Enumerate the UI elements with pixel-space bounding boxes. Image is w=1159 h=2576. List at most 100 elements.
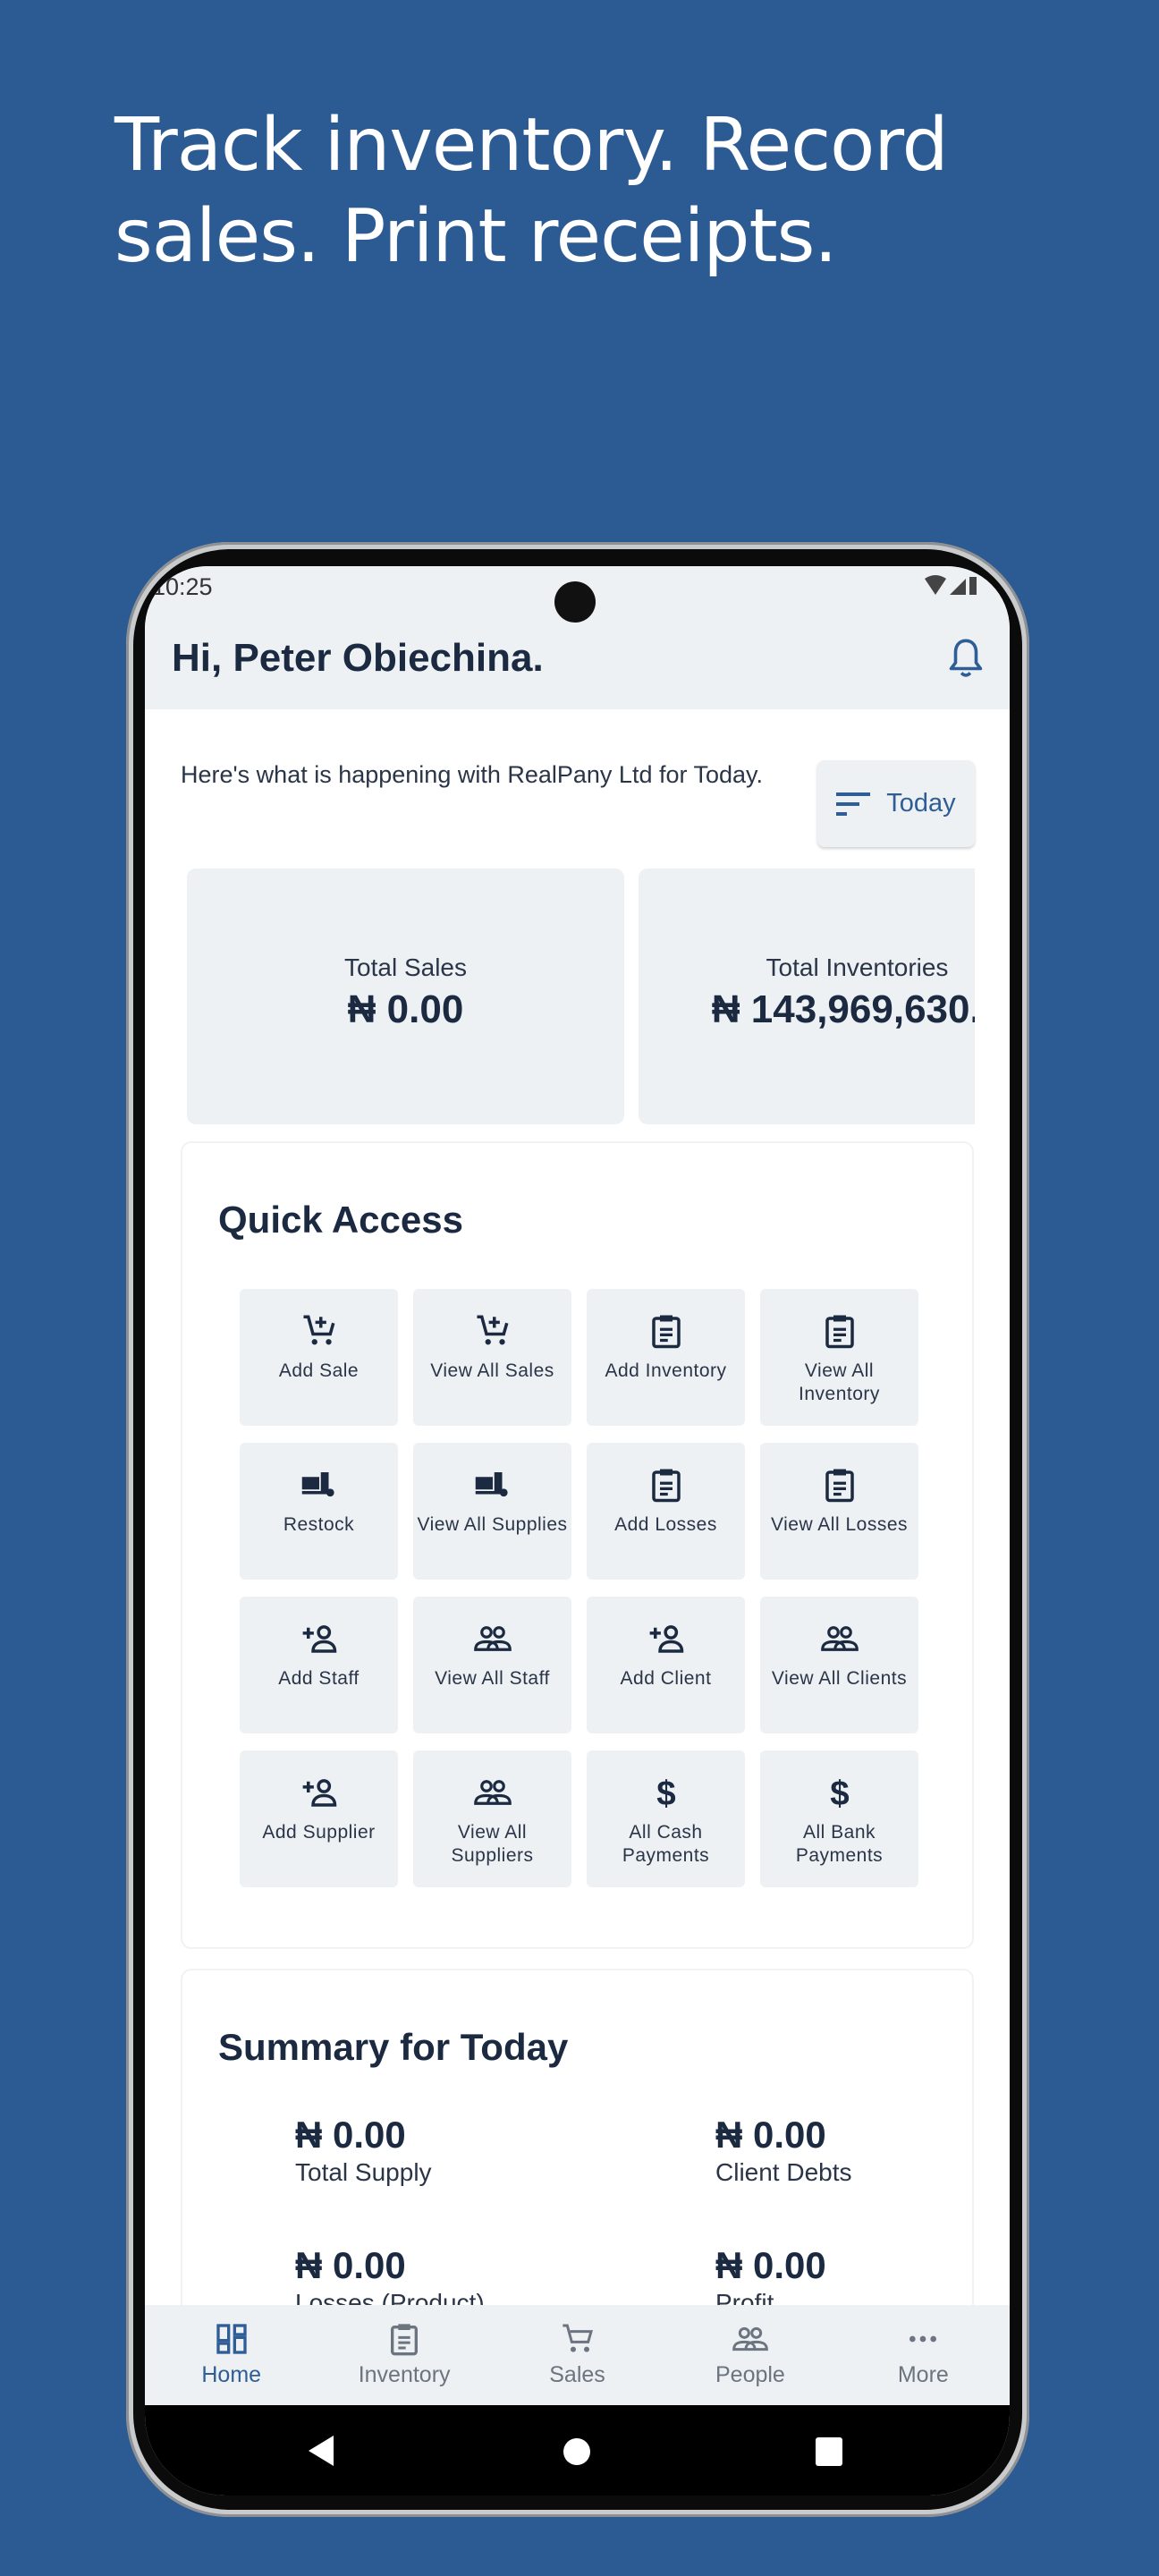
tile-label: View All Inventory bbox=[799, 1360, 880, 1404]
stat-card-total-inventories[interactable]: Total Inventories ₦ 143,969,630.4 bbox=[639, 869, 975, 1124]
camera-cutout bbox=[554, 581, 596, 623]
dollar-icon: $ bbox=[647, 1775, 685, 1815]
summary-client-debts: ₦ 0.00 Client Debts bbox=[715, 2114, 852, 2187]
summary-title: Summary for Today bbox=[218, 2026, 569, 2068]
intro-text: Here's what is happening with RealPany L… bbox=[181, 761, 764, 788]
quick-access-add-client[interactable]: Add Client bbox=[587, 1597, 745, 1733]
summary-value: ₦ 0.00 bbox=[295, 2244, 406, 2286]
tile-label: View All Supplies bbox=[417, 1514, 568, 1535]
cart-plus-icon bbox=[474, 1315, 512, 1353]
nav-tab-people[interactable]: People bbox=[664, 2305, 836, 2405]
nav-tab-sales[interactable]: Sales bbox=[491, 2305, 664, 2405]
summary-total-supply: ₦ 0.00 Total Supply bbox=[295, 2114, 432, 2187]
system-navigation-bar bbox=[145, 2405, 1010, 2496]
cart-icon bbox=[491, 2321, 664, 2357]
headline-line: Track inventory. Record bbox=[114, 103, 949, 188]
tile-label: Add Supplier bbox=[262, 1822, 376, 1843]
tile-label: Add Losses bbox=[614, 1514, 717, 1535]
quick-access-panel: Quick Access Add Sale View All Sales Add I… bbox=[181, 1141, 974, 1949]
clipboard-icon bbox=[647, 1315, 685, 1353]
notification-bell-icon[interactable] bbox=[948, 638, 984, 679]
clipboard-icon bbox=[317, 2321, 490, 2357]
stat-label: Total Sales bbox=[344, 953, 467, 981]
quick-access-view-all-losses[interactable]: View All Losses bbox=[760, 1443, 918, 1580]
stats-carousel[interactable]: Total Sales ₦ 0.00 Total Inventories ₦ 1… bbox=[187, 869, 975, 1128]
recents-icon[interactable] bbox=[816, 2437, 842, 2466]
date-filter-button[interactable]: Today bbox=[817, 760, 975, 847]
nav-tab-inventory[interactable]: Inventory bbox=[317, 2305, 490, 2405]
tile-label: View All Losses bbox=[770, 1514, 909, 1535]
tile-label: View All Suppliers bbox=[451, 1822, 534, 1866]
tile-label: View All Clients bbox=[771, 1668, 908, 1689]
truck-icon bbox=[300, 1472, 338, 1507]
stat-card-total-sales[interactable]: Total Sales ₦ 0.00 bbox=[187, 869, 624, 1124]
svg-text:$: $ bbox=[656, 1775, 675, 1811]
svg-text:$: $ bbox=[830, 1775, 849, 1811]
person-add-icon bbox=[300, 1625, 338, 1661]
quick-access-add-losses[interactable]: Add Losses bbox=[587, 1443, 745, 1580]
quick-access-view-all-suppliers[interactable]: View All Suppliers bbox=[413, 1750, 571, 1887]
tile-label: Add Sale bbox=[278, 1360, 360, 1381]
summary-value: ₦ 0.00 bbox=[295, 2114, 406, 2156]
quick-access-view-all-supplies[interactable]: View All Supplies bbox=[413, 1443, 571, 1580]
quick-access-add-sale[interactable]: Add Sale bbox=[240, 1289, 398, 1426]
person-add-icon bbox=[647, 1625, 685, 1661]
summary-label: Total Supply bbox=[295, 2158, 432, 2186]
tile-label: All Bank Payments bbox=[795, 1822, 884, 1866]
promo-headline: Track inventory. Record sales. Print rec… bbox=[114, 100, 949, 283]
nav-tab-label: People bbox=[715, 2362, 785, 2387]
quick-access-add-staff[interactable]: Add Staff bbox=[240, 1597, 398, 1733]
stat-label: Total Inventories bbox=[766, 953, 949, 981]
tile-label: All Cash Payments bbox=[622, 1822, 710, 1866]
tile-label: View All Staff bbox=[435, 1668, 550, 1689]
back-icon[interactable] bbox=[309, 2436, 335, 2466]
nav-tab-home[interactable]: Home bbox=[145, 2305, 317, 2405]
quick-access-view-all-clients[interactable]: View All Clients bbox=[760, 1597, 918, 1733]
tile-label: Restock bbox=[283, 1514, 355, 1535]
people-icon bbox=[473, 1626, 512, 1661]
signal-wifi-icon bbox=[925, 575, 977, 595]
tile-label: Add Inventory bbox=[605, 1360, 727, 1381]
filter-icon bbox=[836, 792, 871, 816]
quick-access-view-all-staff[interactable]: View All Staff bbox=[413, 1597, 571, 1733]
quick-access-title: Quick Access bbox=[218, 1199, 463, 1241]
quick-access-all-bank-payments[interactable]: $ All Bank Payments bbox=[760, 1750, 918, 1887]
headline-line: sales. Print receipts. bbox=[114, 194, 837, 279]
quick-access-all-cash-payments[interactable]: $ All Cash Payments bbox=[587, 1750, 745, 1887]
tile-label: Add Client bbox=[620, 1668, 712, 1689]
person-add-icon bbox=[300, 1779, 338, 1815]
nav-tab-more[interactable]: More bbox=[837, 2305, 1010, 2405]
stat-value: ₦ 0.00 bbox=[347, 987, 464, 1031]
more-icon bbox=[837, 2321, 1010, 2357]
date-filter-label: Today bbox=[886, 789, 956, 818]
people-icon bbox=[664, 2321, 836, 2357]
summary-label: Client Debts bbox=[715, 2158, 852, 2186]
quick-access-add-supplier[interactable]: Add Supplier bbox=[240, 1750, 398, 1887]
cart-plus-icon bbox=[300, 1315, 338, 1353]
clipboard-icon bbox=[821, 1315, 859, 1353]
clipboard-icon bbox=[821, 1469, 859, 1507]
quick-access-view-all-sales[interactable]: View All Sales bbox=[413, 1289, 571, 1426]
status-time: 10:25 bbox=[152, 573, 213, 600]
tile-label: Add Staff bbox=[278, 1668, 360, 1689]
people-icon bbox=[473, 1780, 512, 1815]
greeting-title: Hi, Peter Obiechina. bbox=[172, 636, 544, 680]
people-icon bbox=[820, 1626, 859, 1661]
summary-value: ₦ 0.00 bbox=[715, 2114, 826, 2156]
nav-tab-label: Home bbox=[201, 2362, 262, 2387]
clipboard-icon bbox=[647, 1469, 685, 1507]
bottom-navigation: Home Inventory Sales People More bbox=[145, 2305, 1010, 2405]
summary-value: ₦ 0.00 bbox=[715, 2244, 826, 2286]
nav-tab-label: More bbox=[897, 2362, 949, 2387]
quick-access-view-all-inventory[interactable]: View All Inventory bbox=[760, 1289, 918, 1426]
truck-icon bbox=[474, 1472, 512, 1507]
dollar-icon: $ bbox=[821, 1775, 859, 1815]
home-system-icon[interactable] bbox=[563, 2438, 590, 2465]
nav-tab-label: Inventory bbox=[358, 2362, 451, 2387]
app-screen: 10:25 Hi, Peter Obiechina. Here's what i… bbox=[145, 566, 1010, 2496]
dashboard-icon bbox=[145, 2321, 317, 2357]
quick-access-restock[interactable]: Restock bbox=[240, 1443, 398, 1580]
tile-label: View All Sales bbox=[430, 1360, 554, 1381]
quick-access-add-inventory[interactable]: Add Inventory bbox=[587, 1289, 745, 1426]
nav-tab-label: Sales bbox=[549, 2362, 605, 2387]
